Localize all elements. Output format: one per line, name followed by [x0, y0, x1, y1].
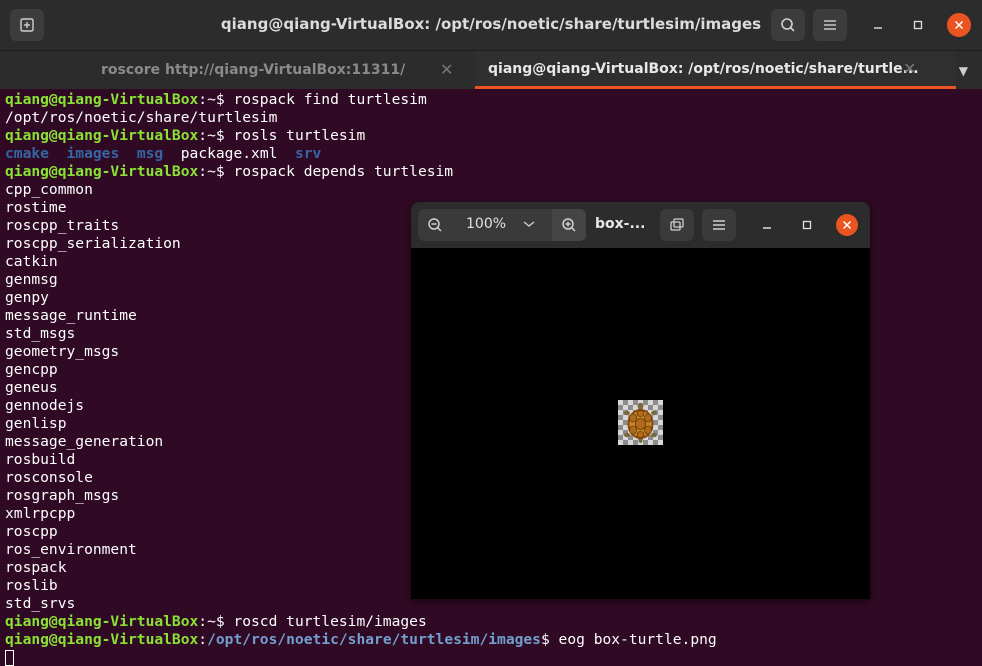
- close-icon: [842, 220, 852, 230]
- tab-label: qiang@qiang-VirtualBox: /opt/ros/noetic/…: [488, 60, 919, 77]
- ls-output-line: cmake images msg package.xml srv: [5, 145, 322, 162]
- close-icon: [954, 20, 964, 30]
- new-tab-icon: [20, 18, 34, 32]
- depends-item: rosgraph_msgs: [5, 487, 120, 504]
- terminal-line: qiang@qiang-VirtualBox:~$ rospack find t…: [5, 91, 427, 108]
- zoom-in-icon: [562, 218, 576, 232]
- depends-item: message_runtime: [5, 307, 137, 324]
- terminal-line: /opt/ros/noetic/share/turtlesim: [5, 109, 278, 126]
- depends-item: genmsg: [5, 271, 58, 288]
- tab-close-icon[interactable]: ✕: [440, 60, 453, 79]
- depends-item: message_generation: [5, 433, 164, 450]
- new-tab-button[interactable]: [10, 9, 44, 41]
- depends-item: roscpp_traits: [5, 217, 120, 234]
- tab-bar: roscore http://qiang-VirtualBox:11311/ ✕…: [0, 50, 982, 89]
- depends-item: gencpp: [5, 361, 58, 378]
- tab-roscore[interactable]: roscore http://qiang-VirtualBox:11311/ ✕: [0, 51, 474, 88]
- depends-item: roscpp: [5, 523, 58, 540]
- viewer-header-bar: 100% box-...: [411, 202, 870, 248]
- close-button[interactable]: [947, 13, 971, 37]
- depends-item: rosbuild: [5, 451, 76, 468]
- viewer-close-button[interactable]: [836, 214, 858, 236]
- depends-item: roslib: [5, 577, 58, 594]
- tab-list-chevron-icon[interactable]: ▼: [959, 64, 968, 78]
- depends-item: std_srvs: [5, 595, 76, 612]
- depends-item: genlisp: [5, 415, 67, 432]
- depends-item: rospack: [5, 559, 67, 576]
- depends-item: rostime: [5, 199, 67, 216]
- terminal-line: qiang@qiang-VirtualBox:/opt/ros/noetic/s…: [5, 631, 717, 648]
- rotate-button[interactable]: [660, 209, 694, 241]
- maximize-icon: [802, 220, 812, 230]
- image-viewer-window[interactable]: 100% box-...: [411, 202, 870, 599]
- zoom-dropdown-chevron-icon[interactable]: [522, 216, 536, 235]
- zoom-level[interactable]: 100%: [466, 216, 506, 232]
- minimize-icon: [874, 27, 882, 29]
- zoom-out-button[interactable]: [418, 209, 452, 241]
- viewer-title: box-...: [595, 216, 646, 232]
- tab-close-icon[interactable]: ✕: [903, 59, 916, 78]
- terminal-line: qiang@qiang-VirtualBox:~$ rospack depend…: [5, 163, 454, 180]
- turtle-icon: [624, 402, 657, 443]
- menu-icon: [824, 20, 836, 30]
- menu-icon: [713, 220, 725, 230]
- zoom-controls: 100%: [418, 209, 586, 241]
- maximize-icon: [913, 20, 923, 30]
- depends-item: catkin: [5, 253, 58, 270]
- turtle-image: [618, 400, 663, 445]
- zoom-in-button[interactable]: [552, 209, 586, 241]
- tab-label: roscore http://qiang-VirtualBox:11311/: [101, 61, 406, 78]
- viewer-menu-button[interactable]: [702, 209, 736, 241]
- minimize-button[interactable]: [866, 13, 890, 37]
- depends-item: roscpp_serialization: [5, 235, 181, 252]
- depends-item: cpp_common: [5, 181, 93, 198]
- depends-item: rosconsole: [5, 469, 93, 486]
- hamburger-menu-button[interactable]: [813, 9, 847, 41]
- minimize-icon: [763, 227, 771, 229]
- rotate-icon: [670, 218, 684, 231]
- image-canvas[interactable]: [411, 248, 870, 599]
- maximize-button[interactable]: [906, 13, 930, 37]
- search-button[interactable]: [771, 9, 805, 41]
- terminal-line: qiang@qiang-VirtualBox:~$ rosls turtlesi…: [5, 127, 366, 144]
- depends-item: std_msgs: [5, 325, 76, 342]
- depends-item: geometry_msgs: [5, 343, 120, 360]
- tab-images[interactable]: qiang@qiang-VirtualBox: /opt/ros/noetic/…: [475, 51, 956, 89]
- terminal-line: qiang@qiang-VirtualBox:~$ roscd turtlesi…: [5, 613, 427, 630]
- depends-item: gennodejs: [5, 397, 85, 414]
- viewer-minimize-button[interactable]: [756, 214, 778, 236]
- depends-item: genpy: [5, 289, 49, 306]
- zoom-out-icon: [428, 218, 442, 232]
- viewer-maximize-button[interactable]: [796, 214, 818, 236]
- search-icon: [781, 18, 795, 32]
- depends-item: xmlrpcpp: [5, 505, 76, 522]
- depends-item: geneus: [5, 379, 58, 396]
- depends-item: ros_environment: [5, 541, 137, 558]
- title-bar: qiang@qiang-VirtualBox: /opt/ros/noetic/…: [0, 0, 982, 50]
- terminal-cursor: [5, 650, 14, 666]
